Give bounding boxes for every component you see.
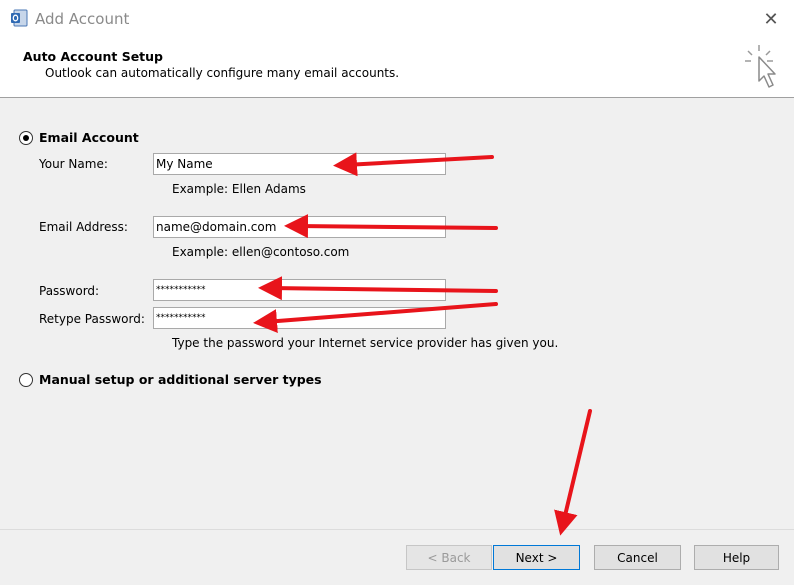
- your-name-field[interactable]: [153, 153, 446, 175]
- email-address-hint: Example: ellen@contoso.com: [172, 245, 350, 259]
- email-account-label[interactable]: Email Account: [39, 130, 139, 145]
- footer-divider: [0, 529, 794, 530]
- close-icon[interactable]: ✕: [748, 0, 794, 38]
- annotation-arrow: [554, 409, 592, 536]
- manual-setup-label[interactable]: Manual setup or additional server types: [39, 372, 322, 387]
- page-subtitle: Outlook can automatically configure many…: [45, 66, 400, 80]
- next-button[interactable]: Next >: [493, 545, 580, 570]
- retype-password-label: Retype Password:: [39, 312, 145, 326]
- email-account-radio[interactable]: [19, 131, 33, 145]
- window-title: Add Account: [35, 10, 130, 28]
- outlook-app-icon: [11, 9, 28, 27]
- email-address-label: Email Address:: [39, 220, 128, 234]
- your-name-hint: Example: Ellen Adams: [172, 182, 306, 196]
- password-label: Password:: [39, 284, 100, 298]
- retype-password-field[interactable]: [153, 307, 446, 329]
- title-bar: Add Account ✕: [0, 0, 794, 38]
- page-title: Auto Account Setup: [23, 49, 163, 64]
- your-name-label: Your Name:: [39, 157, 108, 171]
- cancel-button[interactable]: Cancel: [594, 545, 681, 570]
- back-button[interactable]: < Back: [406, 545, 492, 570]
- password-field[interactable]: [153, 279, 446, 301]
- wizard-cursor-icon: [745, 45, 776, 88]
- wizard-header: Auto Account Setup Outlook can automatic…: [0, 38, 794, 98]
- manual-setup-radio[interactable]: [19, 373, 33, 387]
- help-button[interactable]: Help: [694, 545, 779, 570]
- password-hint: Type the password your Internet service …: [172, 336, 559, 350]
- email-address-field[interactable]: [153, 216, 446, 238]
